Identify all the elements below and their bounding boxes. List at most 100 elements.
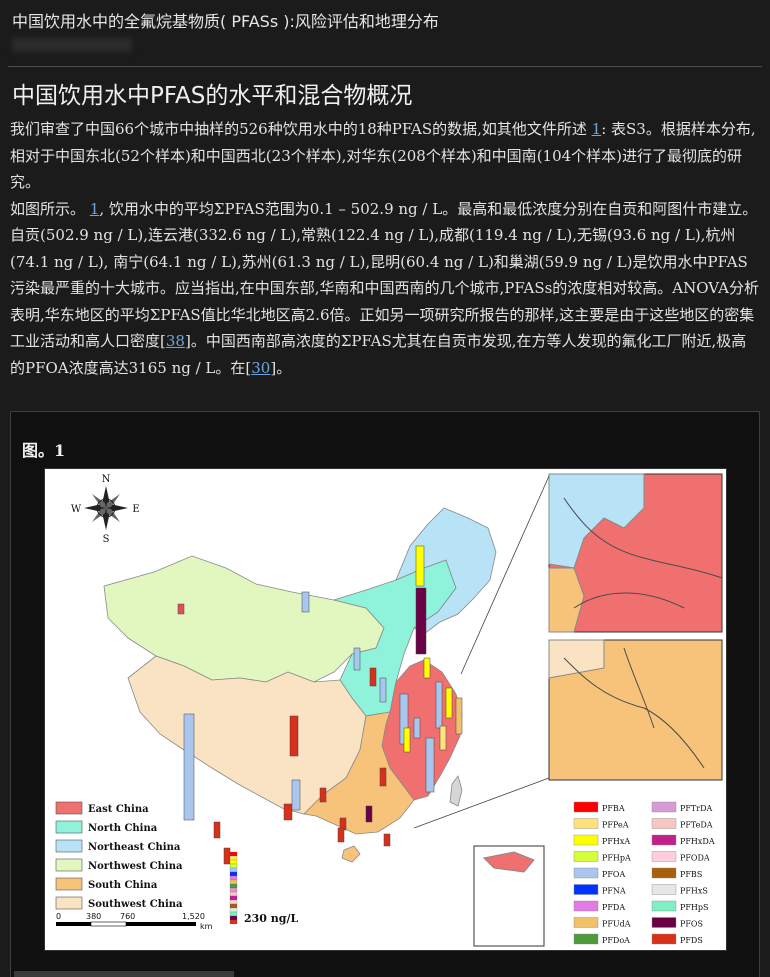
region-label: Northeast China bbox=[88, 842, 181, 853]
compound-label: PFOA bbox=[602, 870, 625, 879]
compound-swatch bbox=[573, 933, 599, 945]
city-bar bbox=[383, 833, 391, 847]
city-bar bbox=[291, 779, 301, 811]
region-swatch bbox=[55, 839, 83, 853]
city-bar bbox=[183, 713, 195, 821]
city-bar bbox=[423, 657, 431, 679]
region-label: East China bbox=[88, 804, 149, 815]
figure-label: 图。1 bbox=[22, 441, 66, 460]
blurred-subtitle bbox=[12, 38, 132, 52]
reference-bar-segment bbox=[229, 883, 238, 889]
figure-image[interactable]: N S E W East China North China Northeast C… bbox=[44, 468, 727, 951]
compound-swatch bbox=[651, 933, 677, 945]
region-label: Northwest China bbox=[88, 861, 183, 872]
region-swatch bbox=[55, 877, 83, 891]
compound-swatch bbox=[651, 917, 677, 928]
compound-label: PFHpS bbox=[680, 903, 709, 912]
reference-link-30[interactable]: 30 bbox=[251, 359, 270, 377]
reference-bar-segment bbox=[229, 871, 238, 877]
compound-label: PFBS bbox=[680, 870, 702, 879]
reference-link-38[interactable]: 38 bbox=[166, 332, 185, 350]
compound-swatch bbox=[573, 818, 599, 829]
city-bar bbox=[413, 717, 421, 739]
paragraph-2: 如图所示。 1, 饮用水中的平均ΣPFAS范围为0.1 – 502.9 ng /… bbox=[10, 199, 759, 377]
city-bar bbox=[415, 545, 425, 587]
region-swatch bbox=[55, 820, 83, 834]
compound-swatch bbox=[651, 884, 677, 895]
reference-bar-segment bbox=[229, 911, 238, 917]
inset-southwest-china bbox=[548, 639, 723, 781]
scale-380: 380 bbox=[86, 912, 101, 921]
reference-bar-segment bbox=[229, 859, 238, 865]
next-section-heading-cutoff bbox=[14, 968, 234, 977]
compound-label: PFHpA bbox=[602, 854, 631, 863]
city-bar bbox=[415, 587, 427, 655]
region-label: South China bbox=[88, 880, 158, 891]
compound-swatch bbox=[573, 801, 599, 813]
city-bar bbox=[213, 821, 221, 839]
compound-swatch bbox=[651, 867, 677, 879]
city-bar bbox=[301, 591, 310, 613]
compound-label: PFDA bbox=[602, 903, 625, 912]
city-bar bbox=[365, 805, 373, 823]
reference-bar-segment bbox=[229, 867, 238, 873]
article-body: 我们审查了中国66个城市中抽样的526种饮用水中的18种PFAS的数据,如其他文… bbox=[10, 116, 760, 381]
city-bar bbox=[379, 767, 387, 787]
city-bar bbox=[223, 847, 231, 865]
figure-link-1[interactable]: 1 bbox=[90, 200, 100, 218]
reference-bar-segment bbox=[229, 903, 238, 909]
reference-bar-segment bbox=[229, 899, 238, 905]
city-bar bbox=[435, 681, 443, 729]
region-label: North China bbox=[88, 823, 158, 834]
p2-text-b: , 饮用水中的平均ΣPFAS范围为0.1 – 502.9 ng / L。最高和最… bbox=[10, 199, 759, 351]
compound-swatch bbox=[573, 900, 599, 912]
compound-swatch bbox=[573, 851, 599, 862]
compass-e: E bbox=[132, 504, 139, 515]
reference-bar-label: 230 ng/L bbox=[244, 912, 298, 925]
city-bar bbox=[289, 715, 299, 757]
inset-east-china bbox=[548, 473, 723, 633]
compass-w: W bbox=[71, 504, 82, 515]
section-title: 中国饮用水中PFAS的水平和混合物概况 bbox=[12, 83, 413, 109]
compound-swatch bbox=[573, 834, 599, 846]
compound-swatch bbox=[651, 801, 677, 813]
compound-label: PFOS bbox=[680, 920, 703, 929]
scale-760: 760 bbox=[120, 912, 135, 921]
reference-bar-segment bbox=[229, 879, 238, 885]
city-bar bbox=[337, 827, 345, 843]
city-bar bbox=[177, 603, 185, 615]
compass-s: S bbox=[103, 534, 110, 545]
compound-label: PFUdA bbox=[602, 920, 631, 929]
reference-bar-segment bbox=[229, 915, 238, 921]
p1-text: 我们审查了中国66个城市中抽样的526种饮用水中的18种PFAS的数据,如其他文… bbox=[10, 120, 592, 138]
region-swatch bbox=[55, 858, 83, 872]
compound-label: PFDS bbox=[680, 936, 703, 945]
compound-swatch bbox=[573, 917, 599, 928]
compound-label: PFBA bbox=[602, 804, 625, 813]
reference-bar-segment bbox=[229, 855, 238, 861]
city-bar bbox=[445, 687, 453, 719]
divider bbox=[8, 66, 762, 67]
city-bar bbox=[353, 647, 361, 671]
region-swatch bbox=[55, 801, 83, 815]
city-bar bbox=[319, 787, 327, 803]
compound-swatch bbox=[573, 867, 599, 879]
region-label: Southwest China bbox=[88, 899, 183, 910]
reference-bar-segment bbox=[229, 895, 238, 901]
compound-swatch bbox=[651, 900, 677, 912]
reference-bar-segment bbox=[229, 919, 238, 925]
compound-swatch bbox=[651, 851, 677, 862]
reference-link-1[interactable]: 1 bbox=[592, 120, 602, 138]
pfas-map: N S E W East China North China Northeast C… bbox=[44, 468, 727, 951]
compound-swatch bbox=[573, 884, 599, 895]
city-bar bbox=[379, 677, 387, 703]
p2-text: 如图所示。 bbox=[10, 199, 90, 218]
compound-label: PFTeDA bbox=[680, 821, 713, 830]
compound-swatch bbox=[651, 834, 677, 846]
scale-unit: km bbox=[200, 922, 213, 931]
compound-label: PFPeA bbox=[602, 821, 629, 830]
compound-label: PFNA bbox=[602, 887, 626, 896]
city-bar bbox=[369, 667, 377, 687]
reference-bar-segment bbox=[229, 891, 238, 897]
scale-1520: 1,520 bbox=[182, 912, 205, 921]
